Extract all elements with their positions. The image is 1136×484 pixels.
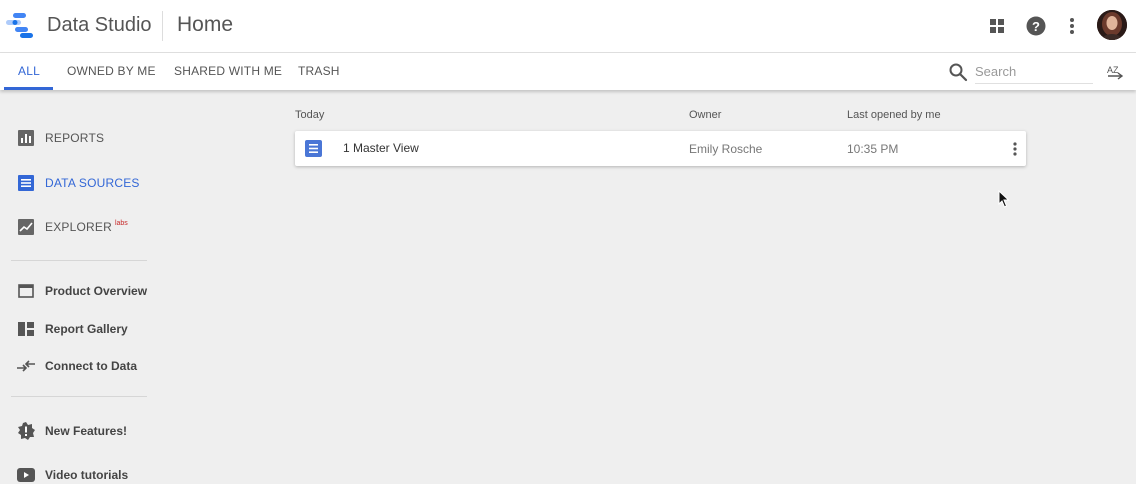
new-badge-icon [17,422,35,440]
tab-bar: ALL OWNED BY ME SHARED WITH ME TRASH AZ [0,53,1136,90]
help-icon[interactable]: ? [1023,13,1049,39]
list-item[interactable]: 1 Master View Emily Rosche 10:35 PM [295,131,1026,166]
tab-trash[interactable]: TRASH [298,53,340,90]
sidebar-item-label: Connect to Data [45,359,138,373]
app-name: Data Studio [47,14,152,36]
sidebar-item-label: Product Overview [45,284,148,298]
svg-text:?: ? [1032,19,1040,34]
tab-all[interactable]: ALL [18,53,40,90]
sidebar-item-explorer[interactable]: EXPLORER labs [0,212,160,242]
sidebar-item-data-sources[interactable]: DATA SOURCES [0,168,160,198]
mouse-cursor-icon [998,190,1010,208]
title-divider [162,11,163,41]
search-input[interactable] [975,60,1093,84]
more-vert-icon[interactable] [1005,138,1025,160]
app-bar: Data Studio Home ? [0,0,1136,53]
sidebar-item-new-features[interactable]: New Features! [0,416,160,446]
sidebar-item-product-overview[interactable]: Product Overview [0,276,160,306]
connect-arrows-icon [17,357,35,375]
tab-shared-with-me[interactable]: SHARED WITH ME [174,53,282,90]
page-title: Home [177,13,234,36]
youtube-icon [17,466,35,484]
line-chart-icon [17,218,35,236]
file-owner: Emily Rosche [689,142,763,156]
explorer-label: EXPLORER [45,220,112,234]
tab-owned-by-me[interactable]: OWNED BY ME [67,53,156,90]
avatar[interactable] [1097,10,1127,40]
sidebar-item-report-gallery[interactable]: Report Gallery [0,314,160,344]
sidebar-item-label: DATA SOURCES [45,176,140,190]
sidebar-item-label: REPORTS [45,131,105,145]
sidebar-item-label: New Features! [45,424,128,438]
column-header-last-opened[interactable]: Last opened by me [847,109,941,121]
sidebar-divider [11,396,147,397]
bar-chart-icon [17,129,35,147]
sort-az-icon[interactable]: AZ [1106,63,1126,83]
apps-grid-icon[interactable] [984,13,1010,39]
data-source-file-icon [305,140,322,157]
sidebar-divider [11,260,147,261]
window-icon [17,282,35,300]
file-last-opened: 10:35 PM [847,142,899,156]
column-header-owner[interactable]: Owner [689,109,721,121]
sidebar-item-label: Video tutorials [45,468,129,482]
search-icon[interactable] [948,62,968,82]
file-name: 1 Master View [343,141,419,155]
gallery-icon [17,320,35,338]
labs-badge: labs [114,220,128,227]
more-vert-icon[interactable] [1059,13,1085,39]
column-header-name: Today [295,109,325,121]
sidebar-item-connect-to-data[interactable]: Connect to Data [0,351,160,381]
data-studio-logo-icon[interactable] [6,12,34,38]
sidebar-item-video-tutorials[interactable]: Video tutorials [0,460,160,484]
svg-text:AZ: AZ [1107,65,1119,75]
sidebar-item-reports[interactable]: REPORTS [0,123,160,153]
list-icon [17,174,35,192]
sidebar-item-label: EXPLORER labs [45,220,128,234]
sidebar-item-label: Report Gallery [45,322,128,336]
active-tab-indicator [4,87,53,90]
